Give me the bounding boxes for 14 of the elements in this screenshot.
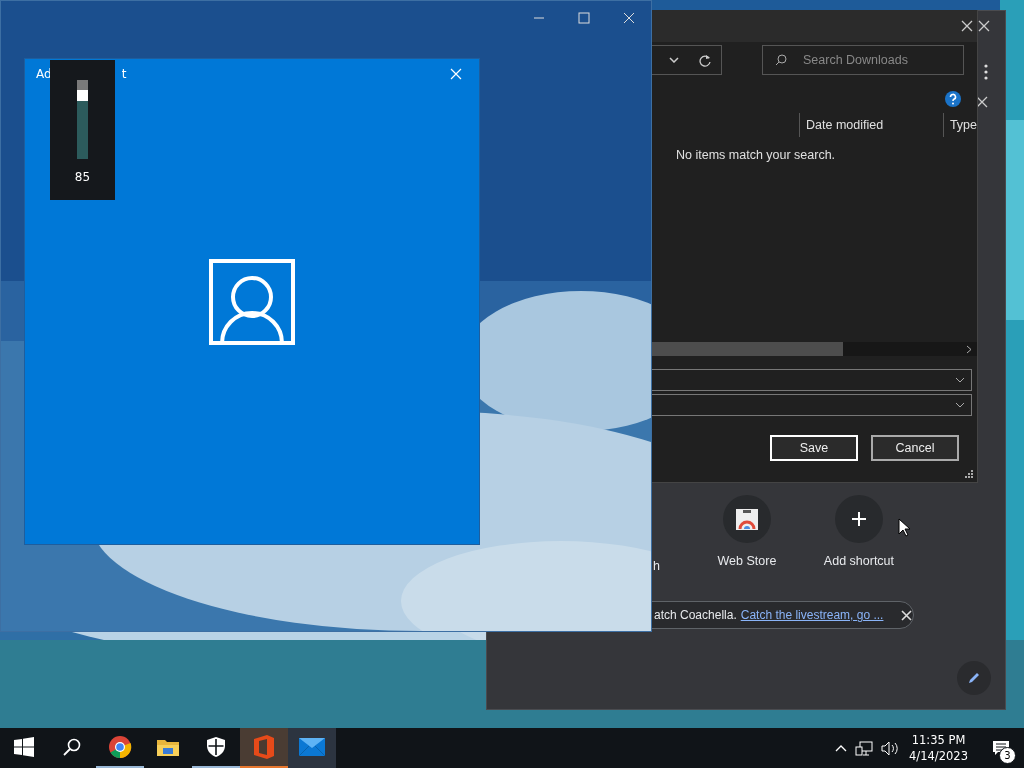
- clock-date[interactable]: 4/14/2023: [909, 748, 968, 764]
- windows-icon: [14, 737, 34, 757]
- chevron-up-icon[interactable]: [835, 744, 848, 752]
- network-icon[interactable]: [855, 740, 874, 756]
- folder-icon: [157, 738, 179, 756]
- notification-badge: 3: [999, 747, 1016, 764]
- speaker-icon[interactable]: [881, 740, 900, 756]
- search-icon: [63, 738, 81, 756]
- browser-icon: [108, 735, 132, 759]
- notification-button[interactable]: 3: [986, 732, 1016, 764]
- shield-icon: [207, 737, 225, 757]
- mail-icon: [299, 738, 325, 756]
- clock-time[interactable]: 11:35 PM: [911, 732, 966, 748]
- document-app-icon: [254, 735, 274, 759]
